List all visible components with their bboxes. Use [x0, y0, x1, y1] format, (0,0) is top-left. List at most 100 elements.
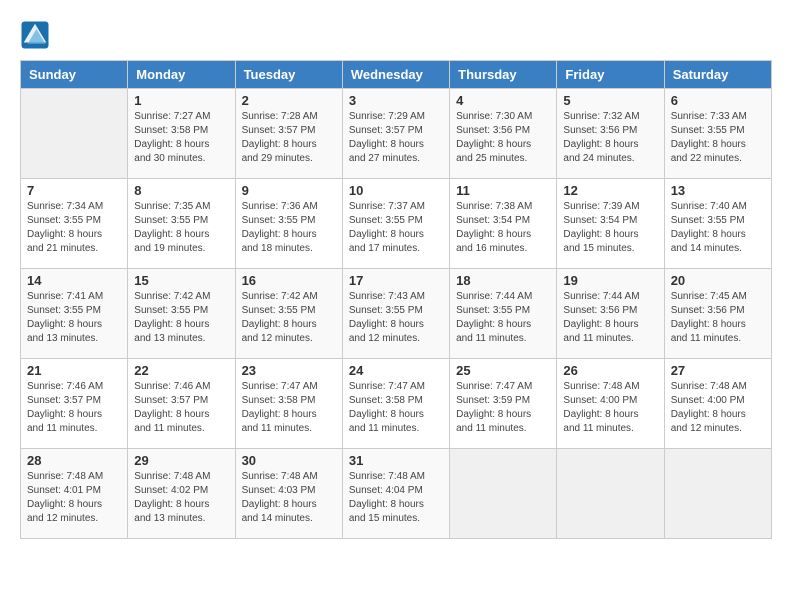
day-info: Sunrise: 7:48 AMSunset: 4:00 PMDaylight:… — [671, 381, 747, 434]
page-header — [20, 20, 772, 50]
calendar-cell: 6 Sunrise: 7:33 AMSunset: 3:55 PMDayligh… — [664, 89, 771, 179]
day-number: 8 — [134, 183, 228, 198]
day-header-wednesday: Wednesday — [342, 61, 449, 89]
week-row-5: 28 Sunrise: 7:48 AMSunset: 4:01 PMDaylig… — [21, 449, 772, 539]
day-number: 1 — [134, 93, 228, 108]
day-number: 19 — [563, 273, 657, 288]
day-number: 17 — [349, 273, 443, 288]
calendar-cell: 2 Sunrise: 7:28 AMSunset: 3:57 PMDayligh… — [235, 89, 342, 179]
calendar-cell: 17 Sunrise: 7:43 AMSunset: 3:55 PMDaylig… — [342, 269, 449, 359]
day-info: Sunrise: 7:30 AMSunset: 3:56 PMDaylight:… — [456, 111, 532, 164]
day-number: 18 — [456, 273, 550, 288]
day-info: Sunrise: 7:35 AMSunset: 3:55 PMDaylight:… — [134, 201, 210, 254]
calendar-cell: 27 Sunrise: 7:48 AMSunset: 4:00 PMDaylig… — [664, 359, 771, 449]
calendar-cell: 3 Sunrise: 7:29 AMSunset: 3:57 PMDayligh… — [342, 89, 449, 179]
week-row-4: 21 Sunrise: 7:46 AMSunset: 3:57 PMDaylig… — [21, 359, 772, 449]
calendar-cell: 22 Sunrise: 7:46 AMSunset: 3:57 PMDaylig… — [128, 359, 235, 449]
day-info: Sunrise: 7:27 AMSunset: 3:58 PMDaylight:… — [134, 111, 210, 164]
calendar-cell: 24 Sunrise: 7:47 AMSunset: 3:58 PMDaylig… — [342, 359, 449, 449]
day-info: Sunrise: 7:28 AMSunset: 3:57 PMDaylight:… — [242, 111, 318, 164]
day-header-friday: Friday — [557, 61, 664, 89]
calendar-cell: 21 Sunrise: 7:46 AMSunset: 3:57 PMDaylig… — [21, 359, 128, 449]
day-info: Sunrise: 7:41 AMSunset: 3:55 PMDaylight:… — [27, 291, 103, 344]
day-info: Sunrise: 7:33 AMSunset: 3:55 PMDaylight:… — [671, 111, 747, 164]
day-number: 15 — [134, 273, 228, 288]
day-header-tuesday: Tuesday — [235, 61, 342, 89]
calendar-cell: 26 Sunrise: 7:48 AMSunset: 4:00 PMDaylig… — [557, 359, 664, 449]
calendar-cell: 12 Sunrise: 7:39 AMSunset: 3:54 PMDaylig… — [557, 179, 664, 269]
calendar-cell: 20 Sunrise: 7:45 AMSunset: 3:56 PMDaylig… — [664, 269, 771, 359]
day-info: Sunrise: 7:48 AMSunset: 4:02 PMDaylight:… — [134, 471, 210, 524]
day-info: Sunrise: 7:34 AMSunset: 3:55 PMDaylight:… — [27, 201, 103, 254]
day-number: 7 — [27, 183, 121, 198]
day-number: 11 — [456, 183, 550, 198]
day-info: Sunrise: 7:48 AMSunset: 4:01 PMDaylight:… — [27, 471, 103, 524]
day-number: 28 — [27, 453, 121, 468]
calendar-cell — [21, 89, 128, 179]
calendar-cell: 30 Sunrise: 7:48 AMSunset: 4:03 PMDaylig… — [235, 449, 342, 539]
calendar-cell — [557, 449, 664, 539]
day-number: 21 — [27, 363, 121, 378]
day-info: Sunrise: 7:29 AMSunset: 3:57 PMDaylight:… — [349, 111, 425, 164]
day-number: 9 — [242, 183, 336, 198]
calendar-table: SundayMondayTuesdayWednesdayThursdayFrid… — [20, 60, 772, 539]
day-number: 25 — [456, 363, 550, 378]
day-info: Sunrise: 7:39 AMSunset: 3:54 PMDaylight:… — [563, 201, 639, 254]
day-number: 27 — [671, 363, 765, 378]
calendar-cell: 11 Sunrise: 7:38 AMSunset: 3:54 PMDaylig… — [450, 179, 557, 269]
calendar-cell: 13 Sunrise: 7:40 AMSunset: 3:55 PMDaylig… — [664, 179, 771, 269]
day-info: Sunrise: 7:47 AMSunset: 3:58 PMDaylight:… — [349, 381, 425, 434]
calendar-cell: 4 Sunrise: 7:30 AMSunset: 3:56 PMDayligh… — [450, 89, 557, 179]
day-info: Sunrise: 7:47 AMSunset: 3:58 PMDaylight:… — [242, 381, 318, 434]
calendar-cell — [664, 449, 771, 539]
day-info: Sunrise: 7:42 AMSunset: 3:55 PMDaylight:… — [134, 291, 210, 344]
day-number: 24 — [349, 363, 443, 378]
day-number: 31 — [349, 453, 443, 468]
calendar-cell: 1 Sunrise: 7:27 AMSunset: 3:58 PMDayligh… — [128, 89, 235, 179]
day-number: 13 — [671, 183, 765, 198]
day-header-saturday: Saturday — [664, 61, 771, 89]
calendar-cell: 18 Sunrise: 7:44 AMSunset: 3:55 PMDaylig… — [450, 269, 557, 359]
day-info: Sunrise: 7:43 AMSunset: 3:55 PMDaylight:… — [349, 291, 425, 344]
day-number: 30 — [242, 453, 336, 468]
day-info: Sunrise: 7:40 AMSunset: 3:55 PMDaylight:… — [671, 201, 747, 254]
calendar-cell: 5 Sunrise: 7:32 AMSunset: 3:56 PMDayligh… — [557, 89, 664, 179]
day-number: 14 — [27, 273, 121, 288]
calendar-cell: 10 Sunrise: 7:37 AMSunset: 3:55 PMDaylig… — [342, 179, 449, 269]
calendar-cell: 9 Sunrise: 7:36 AMSunset: 3:55 PMDayligh… — [235, 179, 342, 269]
calendar-cell: 15 Sunrise: 7:42 AMSunset: 3:55 PMDaylig… — [128, 269, 235, 359]
day-number: 26 — [563, 363, 657, 378]
day-info: Sunrise: 7:48 AMSunset: 4:03 PMDaylight:… — [242, 471, 318, 524]
day-number: 6 — [671, 93, 765, 108]
calendar-cell: 8 Sunrise: 7:35 AMSunset: 3:55 PMDayligh… — [128, 179, 235, 269]
day-number: 12 — [563, 183, 657, 198]
day-number: 4 — [456, 93, 550, 108]
day-info: Sunrise: 7:46 AMSunset: 3:57 PMDaylight:… — [134, 381, 210, 434]
calendar-cell: 28 Sunrise: 7:48 AMSunset: 4:01 PMDaylig… — [21, 449, 128, 539]
day-info: Sunrise: 7:38 AMSunset: 3:54 PMDaylight:… — [456, 201, 532, 254]
week-row-2: 7 Sunrise: 7:34 AMSunset: 3:55 PMDayligh… — [21, 179, 772, 269]
day-header-sunday: Sunday — [21, 61, 128, 89]
day-number: 3 — [349, 93, 443, 108]
calendar-cell: 29 Sunrise: 7:48 AMSunset: 4:02 PMDaylig… — [128, 449, 235, 539]
day-number: 5 — [563, 93, 657, 108]
day-header-thursday: Thursday — [450, 61, 557, 89]
day-info: Sunrise: 7:44 AMSunset: 3:56 PMDaylight:… — [563, 291, 639, 344]
day-info: Sunrise: 7:47 AMSunset: 3:59 PMDaylight:… — [456, 381, 532, 434]
day-number: 29 — [134, 453, 228, 468]
calendar-cell: 31 Sunrise: 7:48 AMSunset: 4:04 PMDaylig… — [342, 449, 449, 539]
day-number: 23 — [242, 363, 336, 378]
calendar-cell: 23 Sunrise: 7:47 AMSunset: 3:58 PMDaylig… — [235, 359, 342, 449]
calendar-cell: 14 Sunrise: 7:41 AMSunset: 3:55 PMDaylig… — [21, 269, 128, 359]
day-number: 10 — [349, 183, 443, 198]
calendar-cell: 7 Sunrise: 7:34 AMSunset: 3:55 PMDayligh… — [21, 179, 128, 269]
day-info: Sunrise: 7:44 AMSunset: 3:55 PMDaylight:… — [456, 291, 532, 344]
calendar-cell: 19 Sunrise: 7:44 AMSunset: 3:56 PMDaylig… — [557, 269, 664, 359]
day-info: Sunrise: 7:48 AMSunset: 4:04 PMDaylight:… — [349, 471, 425, 524]
week-row-3: 14 Sunrise: 7:41 AMSunset: 3:55 PMDaylig… — [21, 269, 772, 359]
day-number: 20 — [671, 273, 765, 288]
day-header-monday: Monday — [128, 61, 235, 89]
day-number: 16 — [242, 273, 336, 288]
calendar-cell: 16 Sunrise: 7:42 AMSunset: 3:55 PMDaylig… — [235, 269, 342, 359]
day-info: Sunrise: 7:42 AMSunset: 3:55 PMDaylight:… — [242, 291, 318, 344]
